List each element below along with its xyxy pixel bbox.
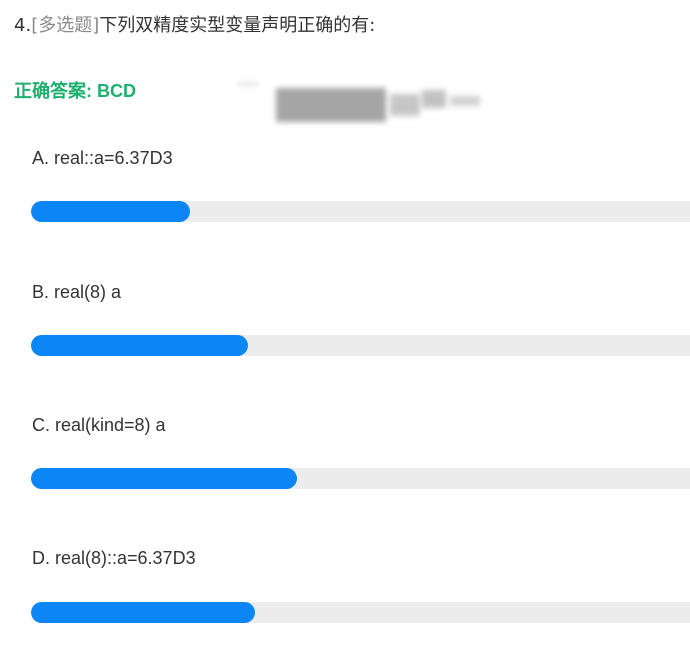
question-text: 下列双精度实型变量声明正确的有: [99, 15, 376, 36]
correct-answer-label: 正确答案: BCD [14, 81, 136, 101]
option-d-progress-track [31, 602, 690, 623]
option-a-label: A. real::a=6.37D3 [32, 148, 173, 168]
question-type: [多选题] [31, 15, 100, 36]
option-d: D. real(8)::a=6.37D3 [32, 546, 196, 570]
option-c-progress-track [31, 468, 690, 489]
question-number: 4. [14, 15, 32, 36]
option-b: B. real(8) a [32, 280, 121, 304]
correct-answer: 正确答案: BCD [14, 78, 136, 104]
option-a-progress-fill [31, 201, 191, 222]
redacted-name [238, 82, 486, 130]
question-title: 4.[多选题]下列双精度实型变量声明正确的有: [14, 13, 375, 39]
option-b-label: B. real(8) a [32, 282, 122, 302]
option-c-progress-fill [31, 468, 297, 489]
option-c: C. real(kind=8) a [32, 413, 166, 437]
option-c-label: C. real(kind=8) a [32, 415, 166, 435]
option-b-progress-track [31, 335, 690, 356]
option-a: A. real::a=6.37D3 [32, 146, 173, 170]
option-b-progress-fill [31, 335, 248, 356]
option-d-progress-fill [31, 602, 256, 623]
option-a-progress-track [31, 201, 690, 222]
option-d-label: D. real(8)::a=6.37D3 [32, 548, 196, 568]
